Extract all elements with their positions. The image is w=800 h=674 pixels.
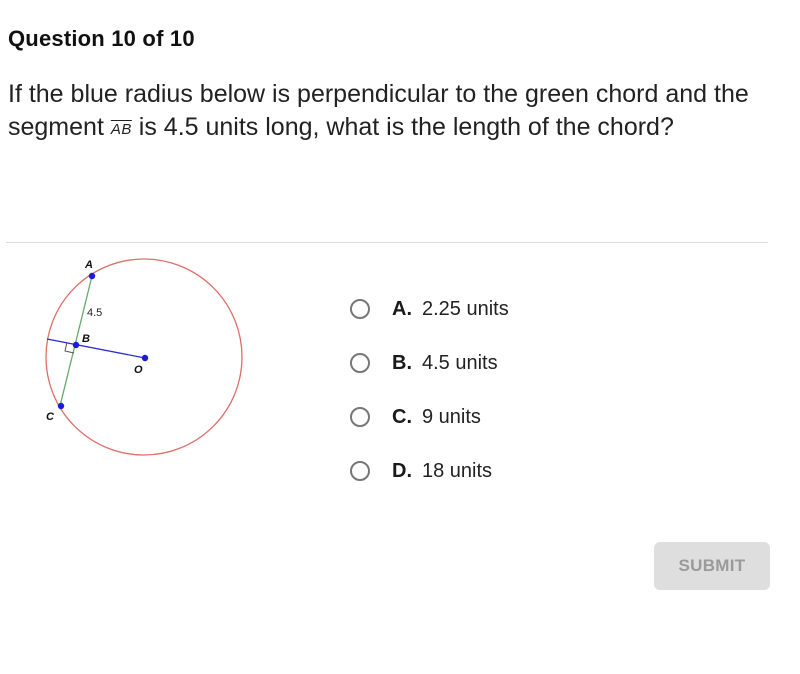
radio-button-icon[interactable] <box>350 353 370 373</box>
segment-ab-notation: AB <box>110 121 132 138</box>
radius-line <box>46 338 146 359</box>
radio-button-icon[interactable] <box>350 299 370 319</box>
label-o: O <box>134 364 143 376</box>
question-prompt: If the blue radius below is perpendicula… <box>8 78 778 146</box>
circle-diagram: A B O C 4.5 <box>30 250 260 470</box>
choice-text: 4.5 units <box>422 351 498 374</box>
radio-button-icon[interactable] <box>350 461 370 481</box>
choice-a[interactable]: A. 2.25 units <box>350 282 509 336</box>
divider <box>6 242 768 243</box>
answer-choices: A. 2.25 units B. 4.5 units C. 9 units D.… <box>350 282 509 498</box>
label-a: A <box>84 259 93 271</box>
question-text-part2: is 4.5 units long, what is the length of… <box>131 113 674 141</box>
choice-c[interactable]: C. 9 units <box>350 390 509 444</box>
choice-letter: A. <box>392 297 412 320</box>
choice-b[interactable]: B. 4.5 units <box>350 336 509 390</box>
choice-letter: C. <box>392 405 412 428</box>
question-counter: Question 10 of 10 <box>8 26 195 51</box>
choice-letter: D. <box>392 459 412 482</box>
label-length-ab: 4.5 <box>87 307 102 319</box>
choice-d[interactable]: D. 18 units <box>350 444 509 498</box>
choice-text: 9 units <box>422 405 481 428</box>
point-a <box>88 272 96 280</box>
label-b: B <box>82 333 90 345</box>
radio-button-icon[interactable] <box>350 407 370 427</box>
submit-button[interactable]: SUBMIT <box>654 542 770 590</box>
choice-text: 18 units <box>422 459 493 482</box>
point-c <box>57 402 65 410</box>
choice-letter: B. <box>392 351 412 374</box>
label-c: C <box>46 411 55 423</box>
point-o <box>141 354 149 362</box>
choice-text: 2.25 units <box>422 297 509 320</box>
point-b <box>72 341 80 349</box>
